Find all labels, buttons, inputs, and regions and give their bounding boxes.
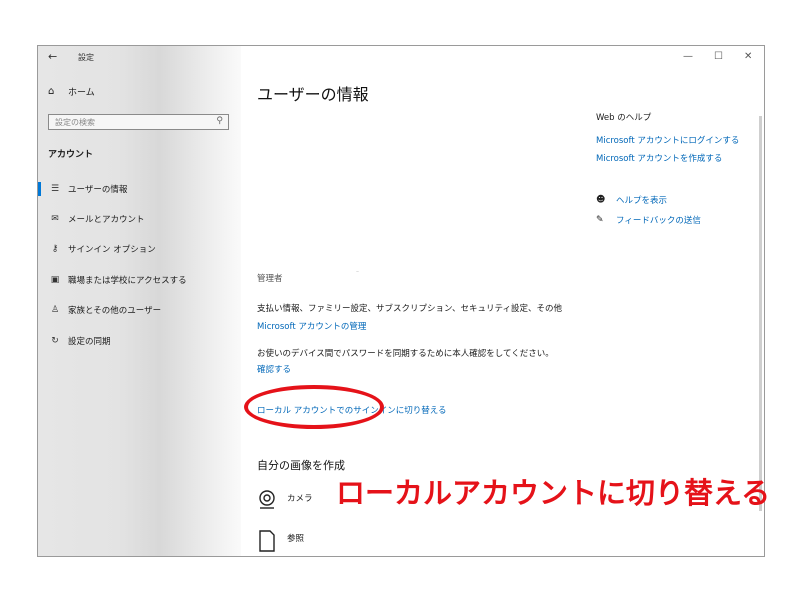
sidebar-item-user-info[interactable]: ☰ ユーザーの情報	[38, 180, 241, 198]
person-icon: ♙	[50, 305, 60, 315]
help-link-login[interactable]: Microsoft アカウントにログインする	[596, 134, 739, 146]
feedback-icon: ✎	[596, 215, 604, 225]
scrollbar[interactable]	[759, 116, 762, 511]
sidebar-item-label: 家族とその他のユーザー	[68, 306, 162, 316]
verify-text: お使いのデバイス間でパスワードを同期するために本人確認をしてください。	[257, 349, 554, 359]
sidebar-item-label: サインイン オプション	[68, 245, 156, 255]
app-title: 設定	[78, 53, 94, 62]
file-icon	[259, 530, 275, 552]
sidebar-item-family[interactable]: ♙ 家族とその他のユーザー	[38, 301, 241, 319]
sync-icon: ↻	[51, 336, 59, 346]
camera-option[interactable]: カメラ	[257, 489, 313, 511]
sidebar-item-email-accounts[interactable]: ✉ メールとアカウント	[38, 210, 241, 228]
section-heading: アカウント	[48, 150, 94, 160]
sidebar-item-sync[interactable]: ↻ 設定の同期	[38, 332, 241, 350]
help-heading: Web のヘルプ	[596, 113, 652, 123]
minimize-button[interactable]: —	[683, 51, 693, 62]
picture-heading: 自分の画像を作成	[257, 459, 345, 472]
separator-dot: –	[356, 268, 359, 275]
sidebar-item-label: メールとアカウント	[68, 215, 145, 225]
verify-link[interactable]: 確認する	[257, 363, 291, 375]
sidebar-item-work-school[interactable]: ▣ 職場または学校にアクセスする	[38, 271, 241, 289]
home-icon: ⌂	[48, 86, 55, 97]
key-icon: ⚷	[51, 244, 59, 254]
search-input[interactable]: 設定の検索 ⚲	[48, 114, 229, 130]
home-label: ホーム	[68, 88, 95, 98]
manage-account-link[interactable]: Microsoft アカウントの管理	[257, 320, 366, 332]
feedback-label: フィードバックの送信	[616, 216, 701, 226]
camera-label: カメラ	[287, 494, 313, 504]
billing-text: 支払い情報、ファミリー設定、サブスクリプション、セキュリティ設定、その他	[257, 304, 562, 314]
nav-spacer	[38, 242, 41, 256]
back-arrow-icon[interactable]: ←	[48, 50, 57, 63]
close-button[interactable]: ✕	[744, 51, 752, 62]
nav-spacer	[38, 303, 41, 317]
search-icon: ⚲	[216, 116, 223, 126]
mail-icon: ✉	[51, 214, 59, 224]
sidebar-item-label: ユーザーの情報	[68, 185, 128, 195]
maximize-button[interactable]: ☐	[714, 51, 723, 62]
help-link-create[interactable]: Microsoft アカウントを作成する	[596, 152, 722, 164]
browse-option[interactable]: 参照	[257, 529, 304, 553]
browse-label: 参照	[287, 534, 305, 544]
user-info-icon: ☰	[50, 184, 60, 194]
sidebar-item-label: 設定の同期	[68, 337, 111, 347]
show-help-label: ヘルプを表示	[616, 196, 668, 206]
search-placeholder: 設定の検索	[55, 118, 95, 127]
sidebar-item-signin-options[interactable]: ⚷ サインイン オプション	[38, 240, 241, 258]
camera-icon	[259, 490, 275, 509]
help-chat-icon: ☻	[596, 195, 606, 205]
nav-spacer	[38, 273, 41, 287]
active-indicator	[38, 182, 41, 196]
nav-spacer	[38, 334, 41, 348]
account-role: 管理者	[257, 274, 283, 284]
home-nav[interactable]: ⌂ ホーム	[48, 85, 95, 98]
nav-spacer	[38, 212, 41, 226]
sidebar-item-label: 職場または学校にアクセスする	[68, 276, 187, 286]
title-bar: ← 設定	[38, 46, 241, 70]
page-title: ユーザーの情報	[257, 85, 369, 104]
annotation-caption: ローカルアカウントに切り替える	[336, 476, 771, 510]
feedback-link[interactable]: ✎ フィードバックの送信	[596, 214, 701, 226]
briefcase-icon: ▣	[50, 275, 60, 285]
show-help-link[interactable]: ☻ ヘルプを表示	[596, 194, 667, 206]
highlight-oval	[244, 385, 384, 429]
sidebar: ← 設定 ⌂ ホーム 設定の検索 ⚲ アカウント ☰ ユーザーの情報 ✉ メール…	[38, 46, 241, 556]
